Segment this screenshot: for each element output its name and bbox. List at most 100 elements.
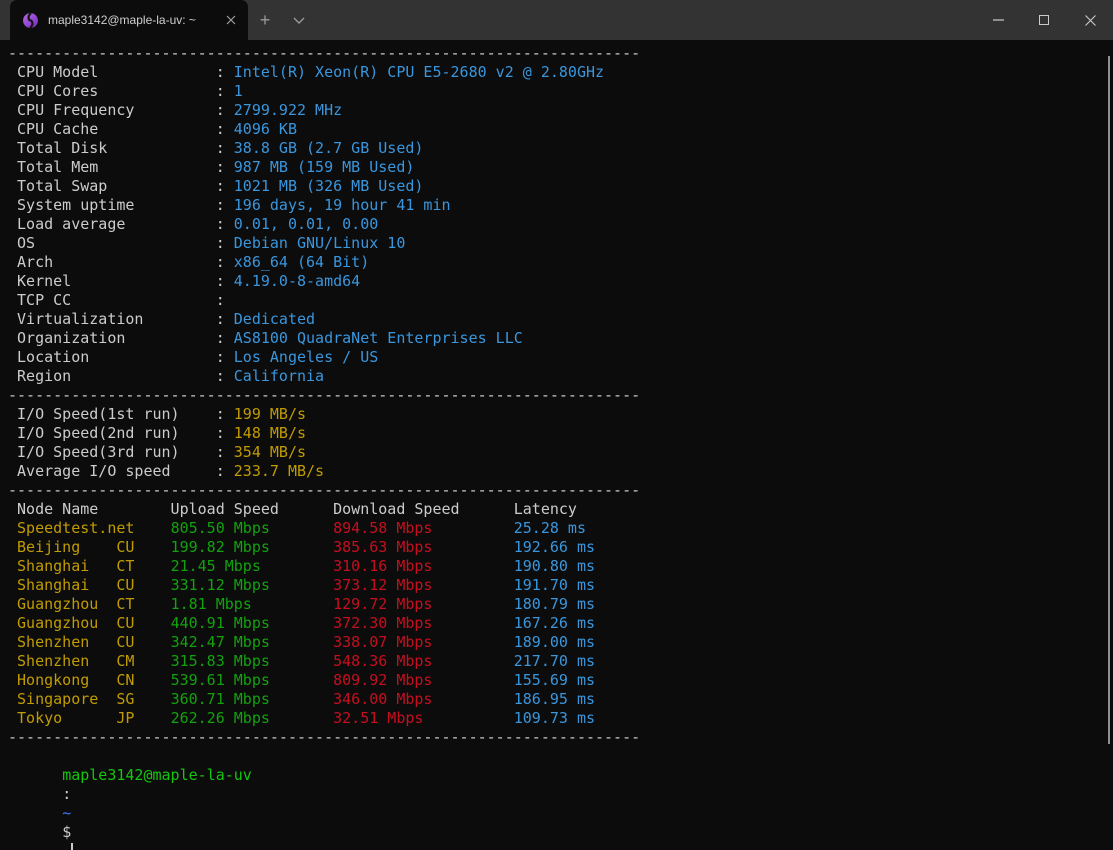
terminal-text: ----------------------------------------… — [8, 728, 640, 746]
terminal-text: AS8100 QuadraNet Enterprises LLC — [234, 329, 523, 347]
terminal-line: Beijing CU 199.82 Mbps 385.63 Mbps 192.6… — [8, 538, 1113, 557]
terminal-text: OS : — [8, 234, 234, 252]
terminal-output: ----------------------------------------… — [8, 44, 1113, 747]
terminal-text: Total Disk : — [8, 139, 234, 157]
terminal-text: Tokyo JP — [8, 709, 171, 727]
terminal-text: 167.26 ms — [514, 614, 595, 632]
terminal-line: OS : Debian GNU/Linux 10 — [8, 234, 1113, 253]
tab-close-icon[interactable] — [220, 9, 242, 31]
terminal-text: 805.50 Mbps — [171, 519, 334, 537]
terminal-line: I/O Speed(2nd run) : 148 MB/s — [8, 424, 1113, 443]
maximize-button[interactable] — [1021, 0, 1067, 40]
terminal-text: Singapore SG — [8, 690, 171, 708]
terminal-text: Shanghai CU — [8, 576, 171, 594]
terminal-text: Total Mem : — [8, 158, 234, 176]
terminal-text: 1 — [234, 82, 243, 100]
terminal-line: CPU Cache : 4096 KB — [8, 120, 1113, 139]
terminal-line: I/O Speed(3rd run) : 354 MB/s — [8, 443, 1113, 462]
terminal-text: 440.91 Mbps — [171, 614, 334, 632]
terminal-text: 191.70 ms — [514, 576, 595, 594]
terminal-text: I/O Speed(2nd run) : — [8, 424, 234, 442]
terminal-text: 354 MB/s — [234, 443, 306, 461]
terminal-text: 192.66 ms — [514, 538, 595, 556]
tab-title: maple3142@maple-la-uv: ~ — [48, 13, 211, 27]
terminal-line: Speedtest.net 805.50 Mbps 894.58 Mbps 25… — [8, 519, 1113, 538]
terminal-text: 372.30 Mbps — [333, 614, 514, 632]
titlebar-drag-region[interactable] — [316, 0, 975, 40]
terminal-text: 310.16 Mbps — [333, 557, 514, 575]
scrollbar-thumb[interactable] — [1108, 56, 1110, 744]
terminal-text: 32.51 Mbps — [333, 709, 514, 727]
terminal-line: Virtualization : Dedicated — [8, 310, 1113, 329]
terminal-line: CPU Frequency : 2799.922 MHz — [8, 101, 1113, 120]
terminal-text: Region : — [8, 367, 234, 385]
terminal-text: 2799.922 MHz — [234, 101, 342, 119]
tab-active[interactable]: maple3142@maple-la-uv: ~ — [10, 0, 248, 40]
terminal-text: Beijing CU — [8, 538, 171, 556]
terminal-line: ----------------------------------------… — [8, 481, 1113, 500]
terminal-window: maple3142@maple-la-uv: ~ + — [0, 0, 1113, 850]
terminal-text: 0.01, 0.01, 0.00 — [234, 215, 379, 233]
terminal-text: System uptime : — [8, 196, 234, 214]
terminal-text: Shenzhen CU — [8, 633, 171, 651]
terminal-text: Location : — [8, 348, 234, 366]
terminal-text: 155.69 ms — [514, 671, 595, 689]
terminal-line: Singapore SG 360.71 Mbps 346.00 Mbps 186… — [8, 690, 1113, 709]
terminal-text: Total Swap : — [8, 177, 234, 195]
terminal-line: Arch : x86_64 (64 Bit) — [8, 253, 1113, 272]
window-controls — [975, 0, 1113, 40]
terminal-text: 373.12 Mbps — [333, 576, 514, 594]
terminal-text: Arch : — [8, 253, 234, 271]
terminal-text: Load average : — [8, 215, 234, 233]
terminal-text: Organization : — [8, 329, 234, 347]
terminal-text: 385.63 Mbps — [333, 538, 514, 556]
terminal-text: 129.72 Mbps — [333, 595, 514, 613]
terminal-line: Total Mem : 987 MB (159 MB Used) — [8, 158, 1113, 177]
terminal-text: Shanghai CT — [8, 557, 171, 575]
terminal-line: System uptime : 196 days, 19 hour 41 min — [8, 196, 1113, 215]
terminal-text: Intel(R) Xeon(R) CPU E5-2680 v2 @ 2.80GH… — [234, 63, 604, 81]
terminal-line: I/O Speed(1st run) : 199 MB/s — [8, 405, 1113, 424]
terminal-text: 1021 MB (326 MB Used) — [234, 177, 424, 195]
terminal-text: 190.80 ms — [514, 557, 595, 575]
terminal-line: ----------------------------------------… — [8, 44, 1113, 63]
terminal-text: Dedicated — [234, 310, 315, 328]
prompt-user-host: maple3142@maple-la-uv — [62, 766, 252, 784]
terminal-text: 189.00 ms — [514, 633, 595, 651]
terminal-text: 331.12 Mbps — [171, 576, 334, 594]
prompt-path: ~ — [62, 804, 71, 822]
terminal-text: 21.45 Mbps — [171, 557, 334, 575]
close-button[interactable] — [1067, 0, 1113, 40]
terminal-text: Node Name Upload Speed Download Speed La… — [8, 500, 577, 518]
terminal-line: Kernel : 4.19.0-8-amd64 — [8, 272, 1113, 291]
terminal-text: Debian GNU/Linux 10 — [234, 234, 406, 252]
terminal-line: Shanghai CU 331.12 Mbps 373.12 Mbps 191.… — [8, 576, 1113, 595]
titlebar[interactable]: maple3142@maple-la-uv: ~ + — [0, 0, 1113, 40]
terminal-text: 342.47 Mbps — [171, 633, 334, 651]
terminal-line: Guangzhou CU 440.91 Mbps 372.30 Mbps 167… — [8, 614, 1113, 633]
scrollbar[interactable] — [1105, 40, 1113, 850]
minimize-button[interactable] — [975, 0, 1021, 40]
terminal-text: 360.71 Mbps — [171, 690, 334, 708]
terminal-text: Virtualization : — [8, 310, 234, 328]
terminal-text: CPU Cores : — [8, 82, 234, 100]
new-tab-button[interactable]: + — [248, 0, 282, 40]
terminal-text: 262.26 Mbps — [171, 709, 334, 727]
terminal-viewport[interactable]: ----------------------------------------… — [0, 40, 1113, 850]
tab-dropdown-chevron-icon[interactable] — [282, 0, 316, 40]
terminal-text: 1.81 Mbps — [171, 595, 334, 613]
terminal-text: Guangzhou CU — [8, 614, 171, 632]
terminal-text: I/O Speed(3rd run) : — [8, 443, 234, 461]
terminal-line: Total Disk : 38.8 GB (2.7 GB Used) — [8, 139, 1113, 158]
terminal-text: California — [234, 367, 324, 385]
maximize-square-icon — [1039, 15, 1049, 25]
terminal-line: Location : Los Angeles / US — [8, 348, 1113, 367]
terminal-line: ----------------------------------------… — [8, 386, 1113, 405]
terminal-line: Region : California — [8, 367, 1113, 386]
terminal-text: 346.00 Mbps — [333, 690, 514, 708]
terminal-text: Guangzhou CT — [8, 595, 171, 613]
terminal-text: Kernel : — [8, 272, 234, 290]
terminal-text: 809.92 Mbps — [333, 671, 514, 689]
terminal-line: Hongkong CN 539.61 Mbps 809.92 Mbps 155.… — [8, 671, 1113, 690]
text-cursor — [71, 843, 73, 850]
